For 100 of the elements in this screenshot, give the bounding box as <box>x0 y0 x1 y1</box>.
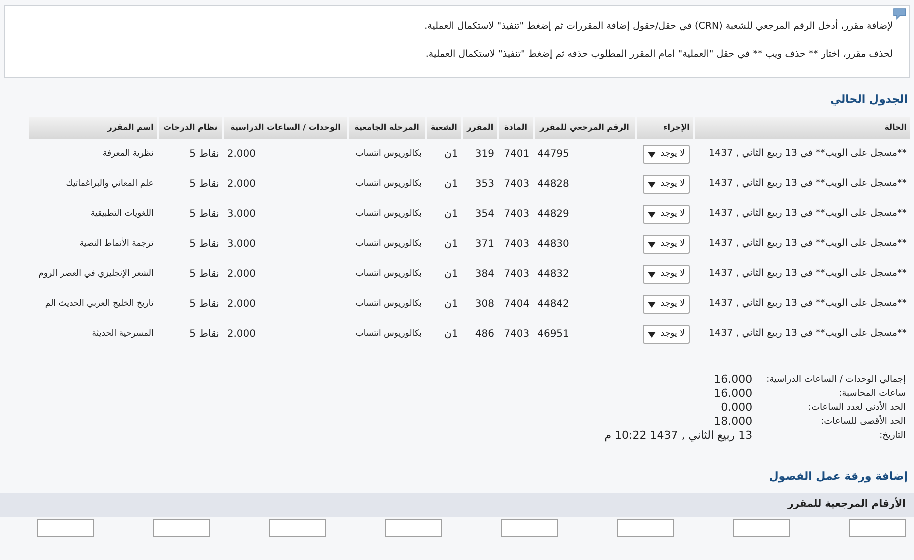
course-name-cell-text: الشعر الإنجليزي في العصر الروم <box>38 268 155 282</box>
status-cell-text: **مسجل على الويب** في 13 ربيع الثاني , 1437 <box>708 297 908 312</box>
course-name-cell-text: اللغويات التطبيقية <box>90 208 155 222</box>
action-dropdown[interactable]: لا يوجد <box>642 145 690 164</box>
summary-value: 16.000 <box>713 372 753 386</box>
section-cell-text: 1ن <box>444 208 460 222</box>
column-header: المادة <box>499 116 533 138</box>
caret-icon <box>648 272 656 278</box>
level-cell-text: بكالوريوس انتساب <box>354 208 423 222</box>
section-cell-text: 1ن <box>444 238 460 252</box>
crn-cell-text: 44795 <box>536 148 570 162</box>
summary-label: التاريخ: <box>878 430 906 442</box>
action-dropdown[interactable]: لا يوجد <box>642 295 690 314</box>
crn-input-field[interactable] <box>501 519 558 537</box>
crn-input-field[interactable] <box>733 519 790 537</box>
summary-label: الحد الأقصى للساعات: <box>820 414 906 428</box>
column-header: الإجراء <box>637 116 693 138</box>
column-header: الوحدات / الساعات الدراسية <box>224 116 347 138</box>
crn-input-field[interactable] <box>617 519 674 537</box>
subject-cell-text: 7403 <box>503 328 531 342</box>
band-label: الأرقام المرجعية للمقرر <box>0 493 914 517</box>
crn-cell-text: 44830 <box>536 238 570 252</box>
course-cell-text: 371 <box>474 238 496 252</box>
level-cell-text: بكالوريوس انتساب <box>354 268 423 282</box>
column-header: اسم المقرر <box>29 116 157 138</box>
section-cell-text: 1ن <box>444 178 460 192</box>
crn-input-field[interactable] <box>153 519 210 537</box>
grading-cell-text: نقاط 5 <box>188 298 220 312</box>
crn-cell-text: 44829 <box>536 208 570 222</box>
speech-bubble-icon <box>893 8 907 20</box>
action-dropdown[interactable]: لا يوجد <box>642 265 690 284</box>
crn-cell-text: 44828 <box>536 178 570 192</box>
hours-cell-text: 2.000 <box>226 268 257 282</box>
crn-input-field[interactable] <box>37 519 94 537</box>
subject-cell-text: 7403 <box>503 238 531 252</box>
course-cell-text: 319 <box>474 148 496 162</box>
subject-cell-text: 7404 <box>503 298 531 312</box>
course-name-cell-text: علم المعاني والبراغماتيك <box>65 178 155 192</box>
grading-cell-text: نقاط 5 <box>188 208 220 222</box>
hours-cell-text: 3.000 <box>226 238 257 252</box>
column-header: المقرر <box>463 116 498 138</box>
level-cell-text: بكالوريوس انتساب <box>354 178 423 192</box>
course-cell-text: 353 <box>474 178 496 192</box>
level-cell-text: بكالوريوس انتساب <box>354 148 423 162</box>
action-dropdown[interactable]: لا يوجد <box>642 205 690 224</box>
course-name-cell-text: ترجمة الأنماط النصية <box>78 237 155 252</box>
summary-value: 13 ربيع الثاني , 1437 10:22 م <box>604 428 753 442</box>
caret-icon <box>648 302 656 308</box>
subject-cell-text: 7403 <box>503 268 531 282</box>
course-name-cell-text: المسرحية الحديثة <box>91 328 155 342</box>
hours-cell-text: 2.000 <box>226 298 257 312</box>
summary-value: 18.000 <box>713 414 753 428</box>
grading-cell-text: نقاط 5 <box>188 268 220 282</box>
crn-cell-text: 44842 <box>536 298 570 312</box>
caret-icon <box>648 182 656 188</box>
action-dropdown[interactable]: لا يوجد <box>642 235 690 254</box>
status-cell-text: **مسجل على الويب** في 13 ربيع الثاني , 1437 <box>708 147 908 162</box>
hours-cell-text: 2.000 <box>226 328 257 342</box>
status-cell-text: **مسجل على الويب** في 13 ربيع الثاني , 1437 <box>708 177 908 192</box>
column-header: الشعبة <box>426 116 462 138</box>
section-title: إضافة ورقة عمل الفصول <box>768 468 908 485</box>
action-dropdown[interactable]: لا يوجد <box>642 325 690 344</box>
column-header: نظام الدرجات <box>158 116 222 138</box>
column-header: الحالة <box>694 116 910 138</box>
section-cell-text: 1ن <box>444 148 460 162</box>
grading-cell-text: نقاط 5 <box>188 328 220 342</box>
grading-cell-text: نقاط 5 <box>188 178 220 192</box>
action-dropdown[interactable]: لا يوجد <box>642 175 690 194</box>
section-title: الجدول الحالي <box>829 92 908 108</box>
instruction-text: لإضافة مقرر، أدخل الرقم المرجعي للشعبة (CRN) في حقل/حقول إضافة المقررات ثم إضغط "تنفيذ" لاستكمال العملية. <box>424 20 893 34</box>
course-cell-text: 308 <box>474 298 496 312</box>
grading-cell-text: نقاط 5 <box>188 148 220 162</box>
crn-input-field[interactable] <box>385 519 442 537</box>
course-name-cell-text: نظرية المعرفة <box>102 148 155 162</box>
summary-label: الحد الأدنى لعدد الساعات: <box>808 400 906 414</box>
caret-icon <box>648 212 656 218</box>
subject-cell-text: 7403 <box>503 178 531 192</box>
status-cell-text: **مسجل على الويب** في 13 ربيع الثاني , 1437 <box>708 207 908 222</box>
level-cell-text: بكالوريوس انتساب <box>354 238 423 252</box>
crn-cell-text: 46951 <box>536 328 570 342</box>
status-cell-text: **مسجل على الويب** في 13 ربيع الثاني , 1437 <box>708 237 908 252</box>
course-cell-text: 384 <box>474 268 496 282</box>
course-cell-text: 486 <box>474 328 496 342</box>
crn-input-field[interactable] <box>269 519 326 537</box>
crn-cell-text: 44832 <box>536 268 570 282</box>
hours-cell-text: 2.000 <box>226 178 257 192</box>
summary-label: ساعات المحاسبة: <box>838 388 906 400</box>
crn-input-field[interactable] <box>849 519 906 537</box>
caret-icon <box>648 332 656 338</box>
summary-label: إجمالي الوحدات / الساعات الدراسية: <box>766 374 906 386</box>
course-cell-text: 354 <box>474 208 496 222</box>
status-cell-text: **مسجل على الويب** في 13 ربيع الثاني , 1437 <box>708 267 908 282</box>
summary-value: 0.000 <box>720 400 753 414</box>
level-cell-text: بكالوريوس انتساب <box>354 298 423 312</box>
grading-cell-text: نقاط 5 <box>188 238 220 252</box>
hours-cell-text: 2.000 <box>226 148 257 162</box>
summary-value: 16.000 <box>713 386 753 400</box>
column-header: الرقم المرجعي للمقرر <box>534 116 636 138</box>
course-name-cell-text: تاريخ الخليج العربي الحديث الم <box>44 298 155 312</box>
caret-icon <box>648 152 656 158</box>
